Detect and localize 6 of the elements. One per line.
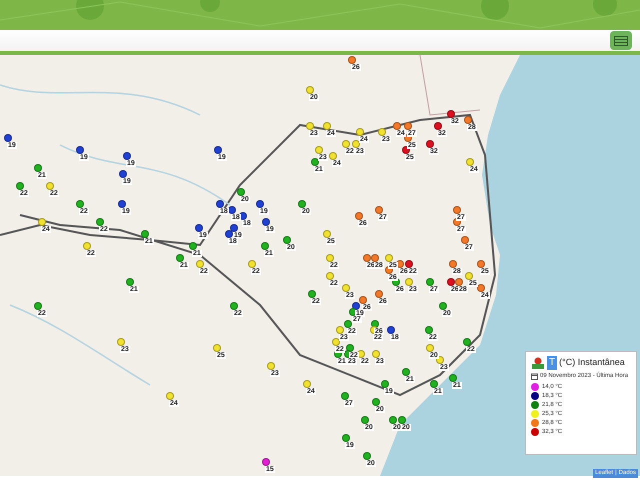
logo-icon xyxy=(531,356,545,370)
table-icon xyxy=(614,36,628,46)
legend-badge: T xyxy=(547,356,558,370)
table-view-button[interactable] xyxy=(610,31,632,50)
calendar-icon xyxy=(531,373,538,380)
legend-title: (°C) Instantânea xyxy=(559,356,625,370)
